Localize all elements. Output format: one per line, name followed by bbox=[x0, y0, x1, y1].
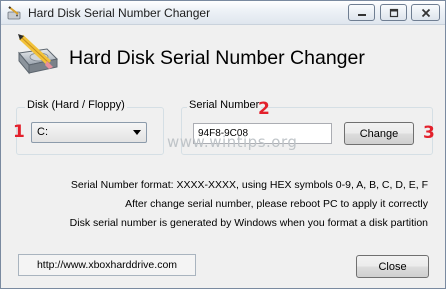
disk-pencil-icon bbox=[18, 34, 59, 75]
title-bar[interactable]: Hard Disk Serial Number Changer bbox=[1, 1, 445, 25]
marker-one: 1 bbox=[13, 122, 25, 142]
watermark: www.wintips.org bbox=[167, 133, 298, 151]
disk-group-label: Disk (Hard / Floppy) bbox=[25, 99, 127, 111]
serial-group-label: Serial Number bbox=[187, 99, 262, 111]
change-button[interactable]: Change bbox=[344, 122, 414, 145]
disk-select-value: C: bbox=[37, 126, 48, 138]
app-title: Hard Disk Serial Number Changer bbox=[69, 47, 365, 69]
minimize-icon bbox=[357, 13, 366, 16]
close-window-button[interactable] bbox=[411, 4, 440, 21]
marker-two: 2 bbox=[258, 99, 270, 119]
app-icon bbox=[7, 6, 21, 20]
marker-three: 3 bbox=[423, 123, 435, 143]
info-format: Serial Number format: XXXX-XXXX, using H… bbox=[70, 179, 428, 191]
close-button[interactable]: Close bbox=[356, 255, 429, 278]
info-generated: Disk serial number is generated by Windo… bbox=[69, 217, 428, 229]
website-link[interactable]: http://www.xboxharddrive.com bbox=[18, 254, 196, 276]
minimize-button[interactable] bbox=[348, 4, 375, 21]
app-window: Hard Disk Serial Number Changer Hard Dis… bbox=[0, 0, 446, 289]
disk-select[interactable]: C: bbox=[31, 122, 147, 143]
maximize-icon bbox=[389, 8, 398, 17]
chevron-down-icon bbox=[133, 130, 141, 135]
close-icon bbox=[421, 8, 430, 17]
maximize-button[interactable] bbox=[380, 4, 407, 21]
window-title: Hard Disk Serial Number Changer bbox=[28, 6, 211, 20]
info-reboot: After change serial number, please reboo… bbox=[125, 198, 428, 210]
